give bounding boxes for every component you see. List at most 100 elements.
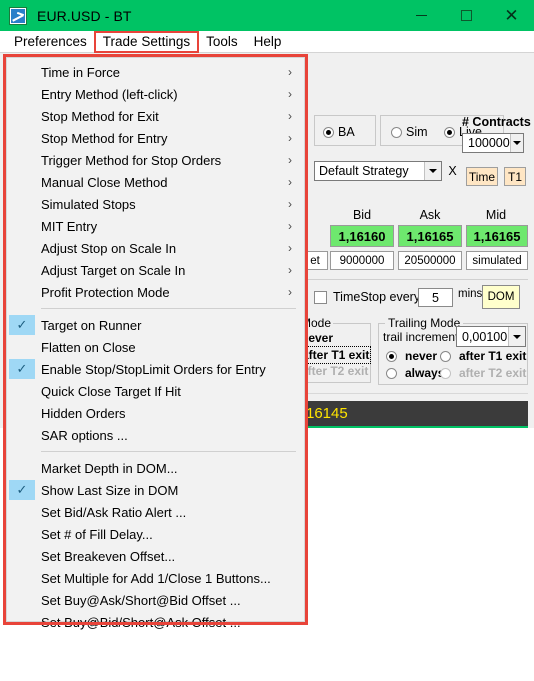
trailing-radio-always-dot [386, 367, 397, 379]
strategy-value: Default Strategy [319, 164, 409, 178]
menu-bar: Preferences Trade Settings Tools Help [0, 30, 534, 53]
divider [304, 393, 528, 394]
quote-size-ask: 20500000 [398, 251, 462, 270]
menu-item-stop-method-for-exit[interactable]: Stop Method for Exit › [7, 105, 304, 127]
menu-item-adjust-stop-on-scale-in[interactable]: Adjust Stop on Scale In › [7, 237, 304, 259]
radio-sim-dot [391, 126, 402, 138]
chevron-right-icon: › [288, 197, 292, 211]
menubar-item-preferences[interactable]: Preferences [6, 32, 95, 52]
minimize-icon[interactable] [399, 0, 444, 31]
quote-price-mid[interactable]: 1,16165 [466, 225, 528, 247]
contracts-value: 100000 [468, 136, 510, 150]
menu-item-target-on-runner[interactable]: ✓ Target on Runner [7, 314, 304, 336]
check-icon: ✓ [9, 480, 35, 500]
menu-item-label: MIT Entry [41, 218, 98, 234]
menu-item-label: Adjust Stop on Scale In [41, 240, 177, 256]
chart-app-icon [9, 6, 27, 25]
chevron-right-icon: › [288, 153, 292, 167]
menu-item-set-bid-ask-ratio-alert[interactable]: Set Bid/Ask Ratio Alert ... [7, 501, 304, 523]
price-band-underline [302, 426, 528, 428]
menu-item-label: Simulated Stops [41, 196, 136, 212]
menubar-item-trade-settings[interactable]: Trade Settings [93, 30, 200, 53]
menu-item-manual-close-method[interactable]: Manual Close Method › [7, 171, 304, 193]
menu-item-simulated-stops[interactable]: Simulated Stops › [7, 193, 304, 215]
menu-item-set-buy-ask-short-bid-offset[interactable]: Set Buy@Ask/Short@Bid Offset ... [7, 589, 304, 611]
chevron-down-icon[interactable] [509, 134, 523, 152]
timestop-checkbox[interactable] [314, 291, 327, 304]
trailing-radio-never[interactable]: never [386, 349, 437, 363]
strategy-select[interactable]: Default Strategy [314, 161, 442, 181]
radio-ba-dot [323, 126, 334, 138]
timestop-minutes-input[interactable]: 5 [418, 288, 453, 307]
trailing-radio-after-t1-label: after T1 exit [459, 349, 527, 363]
menu-item-adjust-target-on-scale-in[interactable]: Adjust Target on Scale In › [7, 259, 304, 281]
menu-item-label: Manual Close Method [41, 174, 168, 190]
trailing-radio-always[interactable]: always [386, 366, 444, 380]
trailing-radio-never-label: never [405, 349, 438, 363]
menu-item-enable-stop-stoplimit-orders-for-entry[interactable]: ✓ Enable Stop/StopLimit Orders for Entry [7, 358, 304, 380]
menu-item-label: Set # of Fill Delay... [41, 526, 153, 542]
trailing-mode-group-title: Trailing Mode [385, 316, 464, 330]
menu-item-label: Profit Protection Mode [41, 284, 170, 300]
window-title-bar: EUR.USD - BT ✕ [0, 0, 534, 31]
quote-price-bid[interactable]: 1,16160 [330, 225, 394, 247]
divider [304, 279, 528, 280]
contracts-select[interactable]: 100000 [462, 133, 524, 153]
quote-price-ask[interactable]: 1,16165 [398, 225, 462, 247]
menu-item-hidden-orders[interactable]: Hidden Orders [7, 402, 304, 424]
menubar-item-tools[interactable]: Tools [198, 32, 246, 52]
menu-item-stop-method-for-entry[interactable]: Stop Method for Entry › [7, 127, 304, 149]
menu-item-label: Set Breakeven Offset... [41, 548, 176, 564]
radio-ba[interactable]: BA [323, 125, 355, 139]
timestop-label: TimeStop every [333, 290, 421, 304]
menu-item-set-breakeven-offset[interactable]: Set Breakeven Offset... [7, 545, 304, 567]
trailing-radio-never-dot [386, 350, 397, 362]
menu-item-entry-method-left-click[interactable]: Entry Method (left-click) › [7, 83, 304, 105]
mode-option-after-t1-exit[interactable]: after T1 exit [299, 346, 372, 364]
clear-strategy-button[interactable]: X [444, 161, 461, 181]
menu-item-label: Set Buy@Ask/Short@Bid Offset ... [41, 592, 241, 608]
menu-separator [41, 451, 296, 452]
menu-item-flatten-on-close[interactable]: Flatten on Close [7, 336, 304, 358]
price-band: 16145 [302, 401, 528, 426]
t1-button[interactable]: T1 [504, 167, 526, 186]
radio-sim[interactable]: Sim [391, 125, 428, 139]
menu-item-label: SAR options ... [41, 427, 128, 443]
chevron-right-icon: › [288, 131, 292, 145]
radio-ba-label: BA [338, 125, 355, 139]
menu-item-label: Set Bid/Ask Ratio Alert ... [41, 504, 187, 520]
account-ba-group: BA [314, 115, 376, 146]
menu-item-label: Flatten on Close [41, 339, 136, 355]
trail-increment-select[interactable]: 0,00100 [456, 326, 526, 347]
menu-item-set-buy-bid-short-ask-offset[interactable]: Set Buy@Bid/Short@Ask Offset ... [7, 611, 304, 633]
menu-item-mit-entry[interactable]: MIT Entry › [7, 215, 304, 237]
trailing-radio-always-label: always [405, 366, 445, 380]
chevron-down-icon[interactable] [508, 327, 525, 346]
menu-item-quick-close-target-if-hit[interactable]: Quick Close Target If Hit [7, 380, 304, 402]
contracts-label: # Contracts [462, 115, 531, 129]
menu-item-profit-protection-mode[interactable]: Profit Protection Mode › [7, 281, 304, 303]
chevron-down-icon[interactable] [424, 162, 441, 180]
chevron-right-icon: › [288, 175, 292, 189]
close-icon[interactable]: ✕ [489, 0, 534, 31]
price-band-value: 16145 [306, 405, 348, 422]
menu-item-market-depth-in-dom[interactable]: Market Depth in DOM... [7, 457, 304, 479]
maximize-icon[interactable] [444, 0, 489, 31]
trail-increment-value: 0,00100 [462, 329, 508, 344]
quote-size-mid: simulated [466, 251, 528, 270]
menu-item-label: Stop Method for Exit [41, 108, 159, 124]
menu-item-set-multiple-for-add-1-close-1-buttons[interactable]: Set Multiple for Add 1/Close 1 Buttons..… [7, 567, 304, 589]
menubar-item-help[interactable]: Help [246, 32, 290, 52]
menu-item-sar-options[interactable]: SAR options ... [7, 424, 304, 446]
dom-button[interactable]: DOM [482, 285, 520, 309]
menu-item-set-of-fill-delay[interactable]: Set # of Fill Delay... [7, 523, 304, 545]
menu-item-label: Entry Method (left-click) [41, 86, 178, 102]
menu-item-time-in-force[interactable]: Time in Force › [7, 61, 304, 83]
menu-item-label: Quick Close Target If Hit [41, 383, 181, 399]
trailing-radio-after-t1-exit[interactable]: after T1 exit [440, 349, 526, 363]
menu-item-show-last-size-in-dom[interactable]: ✓ Show Last Size in DOM [7, 479, 304, 501]
menu-item-trigger-method-for-stop-orders[interactable]: Trigger Method for Stop Orders › [7, 149, 304, 171]
mode-option-never[interactable]: never [301, 331, 333, 345]
menu-item-label: Enable Stop/StopLimit Orders for Entry [41, 361, 266, 377]
time-button[interactable]: Time [466, 167, 498, 186]
